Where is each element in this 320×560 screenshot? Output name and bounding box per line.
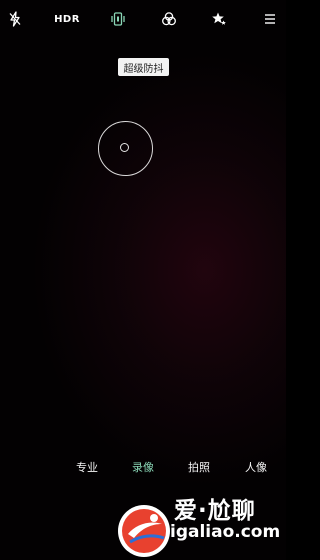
flash-button[interactable] [4, 8, 26, 30]
watermark-title: 爱·尬聊 [174, 498, 256, 524]
menu-button[interactable] [259, 8, 281, 30]
mode-photo[interactable]: 拍照 [188, 459, 210, 475]
stabilization-icon [110, 11, 126, 27]
focus-point [120, 143, 129, 152]
mode-pro[interactable]: 专业 [76, 459, 98, 475]
mode-portrait[interactable]: 人像 [245, 459, 267, 475]
flash-off-icon [7, 11, 23, 27]
beauty-button[interactable] [208, 8, 230, 30]
camera-toolbar: HDR [0, 0, 286, 36]
camera-screen: HDR 超级防抖 专业 录像 拍照 人像 爱·尬聊 igaliao.com [0, 0, 286, 560]
mode-video[interactable]: 录像 [132, 459, 154, 475]
stabilization-tooltip: 超级防抖 [118, 58, 169, 76]
hdr-label: HDR [54, 13, 80, 25]
mode-selector: 专业 录像 拍照 人像 [0, 459, 286, 477]
menu-icon [263, 12, 277, 26]
filters-icon [161, 11, 177, 27]
stabilization-button[interactable] [107, 8, 129, 30]
filters-button[interactable] [158, 8, 180, 30]
watermark-logo-icon [114, 500, 172, 558]
hdr-button[interactable]: HDR [53, 8, 81, 30]
watermark: 爱·尬聊 igaliao.com [114, 490, 286, 560]
watermark-url: igaliao.com [170, 522, 281, 542]
beauty-icon [211, 11, 227, 27]
